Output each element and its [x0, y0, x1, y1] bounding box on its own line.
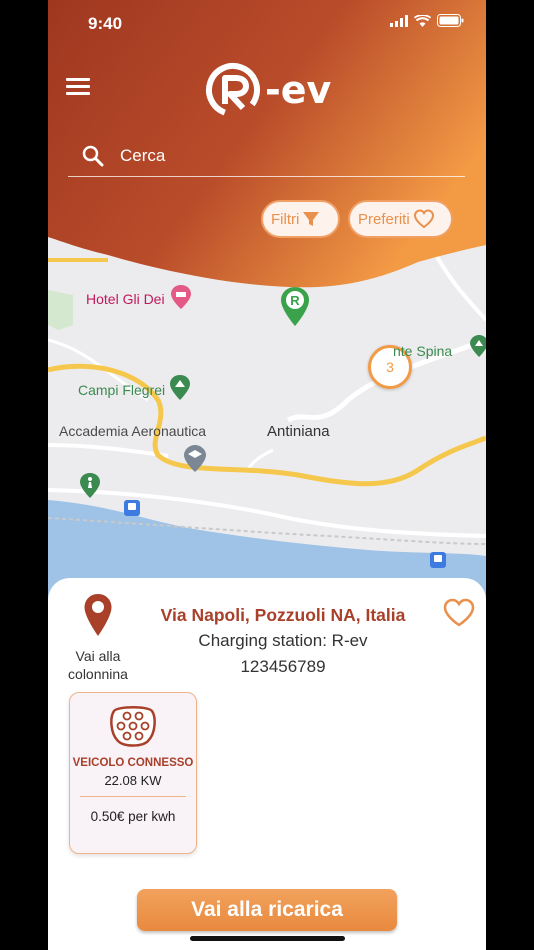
logo-text: -ev — [265, 68, 332, 112]
road — [48, 443, 169, 458]
hiking-pin-icon[interactable] — [80, 472, 100, 500]
poi-label-monte-spina: nte Spina — [393, 343, 453, 359]
status-icons — [390, 14, 464, 27]
navigate-to-station-button[interactable]: Vai alla colonnina — [58, 592, 138, 683]
start-charging-button[interactable]: Vai alla ricarica — [137, 889, 397, 931]
favorite-heart-icon[interactable] — [442, 598, 476, 628]
station-address: Via Napoli, Pozzuoli NA, Italia — [160, 605, 406, 625]
brand-logo: -ev — [203, 60, 331, 120]
poi-label-hotel: Hotel Gli Dei — [86, 291, 165, 307]
status-time: 9:40 — [88, 14, 123, 33]
search-input[interactable] — [118, 145, 422, 167]
park-area — [48, 290, 73, 330]
favorites-label: Preferiti — [358, 210, 410, 228]
road — [246, 448, 274, 471]
station-name: Charging station: R-ev — [198, 631, 368, 650]
menu-button[interactable] — [66, 78, 90, 96]
home-indicator — [190, 936, 345, 941]
station-code: 123456789 — [240, 657, 326, 676]
poi-label-antiniana: Antiniana — [267, 423, 330, 440]
heart-icon — [413, 209, 434, 229]
connector-card[interactable]: VEICOLO CONNESSO 22.08 KW 0.50€ per kwh — [69, 692, 197, 854]
connector-status: VEICOLO CONNESSO — [72, 757, 194, 769]
app-header: 9:40 -ev Cerca Filtri Preferiti — [48, 0, 486, 290]
filter-button[interactable]: Filtri — [261, 200, 340, 238]
poi-label-campi-flegrei: Campi Flegrei — [78, 382, 166, 398]
search-bar[interactable] — [68, 136, 465, 177]
search-icon — [82, 145, 104, 167]
filter-icon — [303, 212, 320, 226]
signal-icon — [390, 14, 408, 27]
park-pin-icon[interactable] — [470, 334, 486, 358]
location-pin-icon — [84, 594, 112, 636]
train-station-icon[interactable] — [124, 500, 140, 516]
connector-power: 22.08 KW — [104, 773, 162, 788]
app-screen: Hotel Gli Dei R 3 nte Spina Campi Flegre… — [48, 0, 486, 950]
r-logo-icon — [206, 63, 260, 117]
connector-divider — [80, 796, 186, 797]
wifi-icon — [414, 14, 431, 27]
svg-text:R: R — [290, 293, 300, 308]
filter-label: Filtri — [271, 210, 300, 228]
school-pin-icon[interactable] — [184, 444, 206, 474]
battery-icon — [437, 14, 464, 27]
type2-connector-icon — [110, 706, 156, 747]
mountain-pin-icon[interactable] — [170, 374, 190, 402]
navigate-label: Vai alla colonnina — [68, 648, 128, 682]
poi-label-accademia: Accademia Aeronautica — [59, 423, 207, 439]
train-station-icon[interactable] — [430, 552, 446, 568]
favorites-button[interactable]: Preferiti — [348, 200, 453, 238]
charging-station-pin-icon[interactable]: R — [280, 286, 310, 328]
connector-price: 0.50€ per kwh — [90, 809, 176, 824]
